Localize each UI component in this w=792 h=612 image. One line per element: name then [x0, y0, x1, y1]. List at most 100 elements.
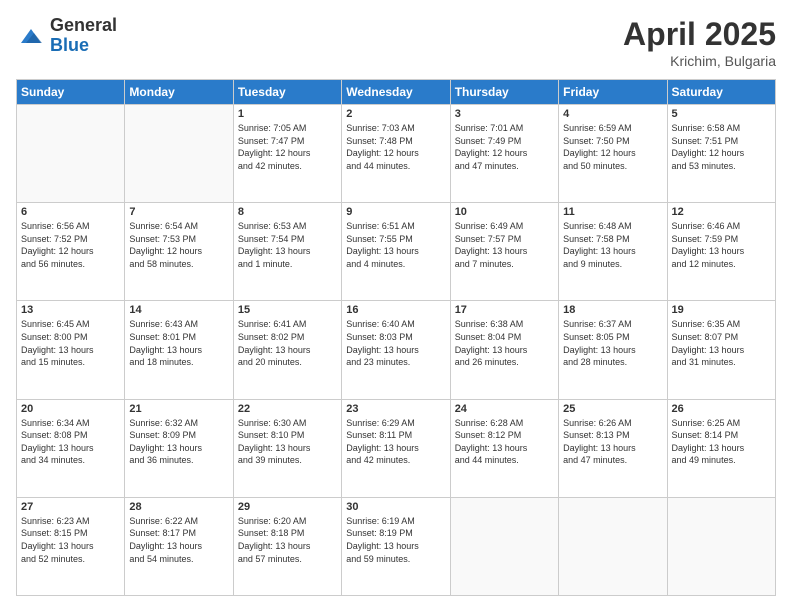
day-number: 17: [455, 304, 554, 316]
cell-sun-info: Sunrise: 7:05 AMSunset: 7:47 PMDaylight:…: [238, 122, 337, 172]
calendar-cell: 15 Sunrise: 6:41 AMSunset: 8:02 PMDayligh…: [233, 301, 341, 399]
calendar-cell: 26 Sunrise: 6:25 AMSunset: 8:14 PMDayligh…: [667, 399, 775, 497]
day-number: 15: [238, 304, 337, 316]
cell-sun-info: Sunrise: 6:30 AMSunset: 8:10 PMDaylight:…: [238, 417, 337, 467]
cell-sun-info: Sunrise: 7:01 AMSunset: 7:49 PMDaylight:…: [455, 122, 554, 172]
cell-sun-info: Sunrise: 6:54 AMSunset: 7:53 PMDaylight:…: [129, 220, 228, 270]
day-of-week-thursday: Thursday: [450, 80, 558, 105]
day-number: 7: [129, 206, 228, 218]
day-number: 9: [346, 206, 445, 218]
day-number: 30: [346, 501, 445, 513]
calendar-cell: [667, 497, 775, 595]
logo-icon: [16, 21, 46, 51]
calendar-cell: [125, 105, 233, 203]
day-number: 18: [563, 304, 662, 316]
day-number: 26: [672, 403, 771, 415]
day-number: 27: [21, 501, 120, 513]
calendar-cell: 12Sunrise: 6:46 AMSunset: 7:59 PMDayligh…: [667, 203, 775, 301]
calendar-cell: [17, 105, 125, 203]
calendar-cell: 24 Sunrise: 6:28 AMSunset: 8:12 PMDayligh…: [450, 399, 558, 497]
calendar-cell: 4Sunrise: 6:59 AMSunset: 7:50 PMDaylight…: [559, 105, 667, 203]
logo-blue: Blue: [50, 36, 117, 56]
cell-sun-info: Sunrise: 6:35 AMSunset: 8:07 PMDaylight:…: [672, 318, 771, 368]
cell-sun-info: Sunrise: 6:22 AMSunset: 8:17 PMDaylight:…: [129, 515, 228, 565]
calendar-week-1: 1 Sunrise: 7:05 AMSunset: 7:47 PMDaylight…: [17, 105, 776, 203]
day-of-week-wednesday: Wednesday: [342, 80, 450, 105]
calendar-cell: 27 Sunrise: 6:23 AMSunset: 8:15 PMDayligh…: [17, 497, 125, 595]
cell-sun-info: Sunrise: 6:51 AMSunset: 7:55 PMDaylight:…: [346, 220, 445, 270]
calendar-cell: 30 Sunrise: 6:19 AMSunset: 8:19 PMDayligh…: [342, 497, 450, 595]
cell-sun-info: Sunrise: 6:25 AMSunset: 8:14 PMDaylight:…: [672, 417, 771, 467]
logo-text: General Blue: [50, 16, 117, 56]
day-number: 22: [238, 403, 337, 415]
day-number: 11: [563, 206, 662, 218]
calendar-cell: 2 Sunrise: 7:03 AMSunset: 7:48 PMDaylight…: [342, 105, 450, 203]
cell-sun-info: Sunrise: 6:19 AMSunset: 8:19 PMDaylight:…: [346, 515, 445, 565]
day-number: 3: [455, 108, 554, 120]
cell-sun-info: Sunrise: 6:37 AMSunset: 8:05 PMDaylight:…: [563, 318, 662, 368]
calendar-cell: 16 Sunrise: 6:40 AMSunset: 8:03 PMDayligh…: [342, 301, 450, 399]
cell-sun-info: Sunrise: 6:41 AMSunset: 8:02 PMDaylight:…: [238, 318, 337, 368]
calendar-cell: 20 Sunrise: 6:34 AMSunset: 8:08 PMDayligh…: [17, 399, 125, 497]
calendar-week-5: 27 Sunrise: 6:23 AMSunset: 8:15 PMDayligh…: [17, 497, 776, 595]
calendar-cell: 10 Sunrise: 6:49 AMSunset: 7:57 PMDayligh…: [450, 203, 558, 301]
calendar-cell: 19Sunrise: 6:35 AMSunset: 8:07 PMDayligh…: [667, 301, 775, 399]
calendar-cell: 28 Sunrise: 6:22 AMSunset: 8:17 PMDayligh…: [125, 497, 233, 595]
day-number: 10: [455, 206, 554, 218]
cell-sun-info: Sunrise: 6:56 AMSunset: 7:52 PMDaylight:…: [21, 220, 120, 270]
logo-general: General: [50, 16, 117, 36]
cell-sun-info: Sunrise: 7:03 AMSunset: 7:48 PMDaylight:…: [346, 122, 445, 172]
cell-sun-info: Sunrise: 6:23 AMSunset: 8:15 PMDaylight:…: [21, 515, 120, 565]
day-number: 12: [672, 206, 771, 218]
calendar-week-3: 13Sunrise: 6:45 AMSunset: 8:00 PMDayligh…: [17, 301, 776, 399]
cell-sun-info: Sunrise: 6:43 AMSunset: 8:01 PMDaylight:…: [129, 318, 228, 368]
calendar-cell: 23 Sunrise: 6:29 AMSunset: 8:11 PMDayligh…: [342, 399, 450, 497]
calendar-cell: 29Sunrise: 6:20 AMSunset: 8:18 PMDayligh…: [233, 497, 341, 595]
calendar-cell: 14Sunrise: 6:43 AMSunset: 8:01 PMDayligh…: [125, 301, 233, 399]
day-of-week-saturday: Saturday: [667, 80, 775, 105]
cell-sun-info: Sunrise: 6:26 AMSunset: 8:13 PMDaylight:…: [563, 417, 662, 467]
calendar-week-4: 20 Sunrise: 6:34 AMSunset: 8:08 PMDayligh…: [17, 399, 776, 497]
cell-sun-info: Sunrise: 6:49 AMSunset: 7:57 PMDaylight:…: [455, 220, 554, 270]
calendar-week-2: 6 Sunrise: 6:56 AMSunset: 7:52 PMDaylight…: [17, 203, 776, 301]
calendar-cell: 8 Sunrise: 6:53 AMSunset: 7:54 PMDaylight…: [233, 203, 341, 301]
cell-sun-info: Sunrise: 6:34 AMSunset: 8:08 PMDaylight:…: [21, 417, 120, 467]
day-number: 24: [455, 403, 554, 415]
title-block: April 2025 Krichim, Bulgaria: [623, 16, 776, 69]
day-number: 21: [129, 403, 228, 415]
logo: General Blue: [16, 16, 117, 56]
cell-sun-info: Sunrise: 6:29 AMSunset: 8:11 PMDaylight:…: [346, 417, 445, 467]
cell-sun-info: Sunrise: 6:20 AMSunset: 8:18 PMDaylight:…: [238, 515, 337, 565]
calendar-cell: 13Sunrise: 6:45 AMSunset: 8:00 PMDayligh…: [17, 301, 125, 399]
day-number: 23: [346, 403, 445, 415]
cell-sun-info: Sunrise: 6:45 AMSunset: 8:00 PMDaylight:…: [21, 318, 120, 368]
cell-sun-info: Sunrise: 6:32 AMSunset: 8:09 PMDaylight:…: [129, 417, 228, 467]
calendar-cell: 3 Sunrise: 7:01 AMSunset: 7:49 PMDaylight…: [450, 105, 558, 203]
cell-sun-info: Sunrise: 6:40 AMSunset: 8:03 PMDaylight:…: [346, 318, 445, 368]
calendar-cell: 5Sunrise: 6:58 AMSunset: 7:51 PMDaylight…: [667, 105, 775, 203]
cell-sun-info: Sunrise: 6:28 AMSunset: 8:12 PMDaylight:…: [455, 417, 554, 467]
month-title: April 2025: [623, 16, 776, 53]
cell-sun-info: Sunrise: 6:53 AMSunset: 7:54 PMDaylight:…: [238, 220, 337, 270]
day-of-week-tuesday: Tuesday: [233, 80, 341, 105]
header: General Blue April 2025 Krichim, Bulgari…: [16, 16, 776, 69]
calendar-header-row: SundayMondayTuesdayWednesdayThursdayFrid…: [17, 80, 776, 105]
calendar-cell: [559, 497, 667, 595]
cell-sun-info: Sunrise: 6:58 AMSunset: 7:51 PMDaylight:…: [672, 122, 771, 172]
cell-sun-info: Sunrise: 6:38 AMSunset: 8:04 PMDaylight:…: [455, 318, 554, 368]
cell-sun-info: Sunrise: 6:59 AMSunset: 7:50 PMDaylight:…: [563, 122, 662, 172]
calendar-cell: 25 Sunrise: 6:26 AMSunset: 8:13 PMDayligh…: [559, 399, 667, 497]
day-number: 28: [129, 501, 228, 513]
location: Krichim, Bulgaria: [623, 53, 776, 69]
day-number: 16: [346, 304, 445, 316]
calendar-cell: 7 Sunrise: 6:54 AMSunset: 7:53 PMDaylight…: [125, 203, 233, 301]
calendar-cell: 9 Sunrise: 6:51 AMSunset: 7:55 PMDaylight…: [342, 203, 450, 301]
cell-sun-info: Sunrise: 6:48 AMSunset: 7:58 PMDaylight:…: [563, 220, 662, 270]
calendar-cell: 21 Sunrise: 6:32 AMSunset: 8:09 PMDayligh…: [125, 399, 233, 497]
day-number: 20: [21, 403, 120, 415]
day-number: 1: [238, 108, 337, 120]
day-number: 6: [21, 206, 120, 218]
day-number: 2: [346, 108, 445, 120]
day-number: 8: [238, 206, 337, 218]
day-number: 25: [563, 403, 662, 415]
